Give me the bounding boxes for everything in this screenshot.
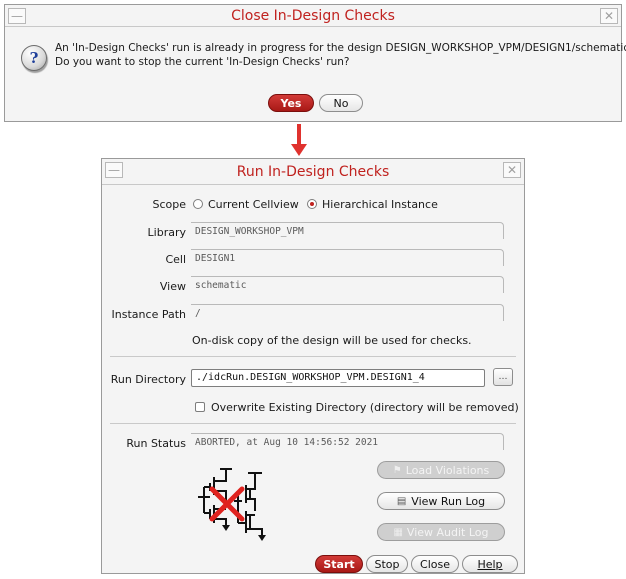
title-bar: — Run In-Design Checks ✕	[102, 159, 524, 185]
run-directory-label: Run Directory	[110, 373, 186, 386]
window-menu-button[interactable]: —	[105, 162, 123, 178]
close-button[interactable]: Close	[411, 555, 459, 573]
close-window-button[interactable]: ✕	[503, 162, 521, 178]
scope-label: Scope	[152, 198, 186, 211]
close-checks-dialog: — Close In-Design Checks ✕ ? An 'In-Desi…	[4, 4, 626, 122]
scope-hierarchical-instance-radio[interactable]	[307, 199, 317, 209]
start-button[interactable]: Start	[315, 555, 363, 573]
separator	[110, 423, 516, 424]
cell-label: Cell	[165, 253, 186, 266]
help-button[interactable]: Help	[462, 555, 518, 573]
audit-log-icon: ▦	[393, 526, 403, 538]
message-line-2: Do you want to stop the current 'In-Desi…	[55, 56, 350, 68]
flag-icon: ⚑	[392, 464, 402, 476]
load-violations-label: Load Violations	[405, 463, 490, 477]
scope-current-cellview-radio[interactable]	[193, 199, 203, 209]
disk-copy-note: On-disk copy of the design will be used …	[192, 334, 472, 347]
scope-hierarchical-instance-label[interactable]: Hierarchical Instance	[322, 198, 438, 211]
log-icon: ▤	[396, 495, 407, 507]
library-label: Library	[147, 226, 186, 239]
cell-field: DESIGN1	[191, 249, 504, 266]
overwrite-directory-checkbox[interactable]	[195, 402, 205, 412]
question-icon: ?	[21, 45, 47, 71]
dialog-title: Close In-Design Checks	[231, 7, 395, 24]
instance-path-label: Instance Path	[111, 308, 186, 321]
aborted-schematic-icon	[198, 468, 266, 541]
view-label: View	[159, 280, 186, 293]
browse-directory-button[interactable]: …	[493, 368, 513, 386]
title-bar: — Close In-Design Checks ✕	[5, 5, 621, 27]
library-field: DESIGN_WORKSHOP_VPM	[191, 222, 504, 239]
no-button[interactable]: No	[319, 94, 363, 112]
ellipsis-icon: …	[498, 371, 508, 382]
window-menu-button[interactable]: —	[8, 8, 26, 24]
load-violations-button[interactable]: ⚑ Load Violations	[377, 461, 505, 479]
instance-path-field: /	[191, 304, 504, 321]
view-run-log-button[interactable]: ▤ View Run Log	[377, 492, 505, 510]
run-checks-dialog: — Run In-Design Checks ✕ Scope Current C…	[101, 158, 525, 574]
dialog-title: Run In-Design Checks	[236, 163, 390, 180]
view-audit-log-label: View Audit Log	[406, 525, 489, 539]
close-window-button[interactable]: ✕	[600, 8, 618, 24]
separator	[110, 356, 516, 357]
question-icon-glyph: ?	[29, 49, 39, 67]
down-arrow-icon	[291, 124, 307, 156]
yes-button[interactable]: Yes	[268, 94, 314, 112]
scope-current-cellview-label[interactable]: Current Cellview	[208, 198, 299, 211]
overwrite-directory-label[interactable]: Overwrite Existing Directory (directory …	[211, 401, 519, 414]
run-directory-input[interactable]: ./idcRun.DESIGN_WORKSHOP_VPM.DESIGN1_4	[191, 369, 485, 387]
message-line-1: An 'In-Design Checks' run is already in …	[55, 42, 626, 54]
run-status-label: Run Status	[126, 437, 186, 450]
view-audit-log-button[interactable]: ▦ View Audit Log	[377, 523, 505, 541]
stop-button[interactable]: Stop	[366, 555, 408, 573]
run-status-field: ABORTED, at Aug 10 14:56:52 2021	[191, 433, 504, 450]
view-run-log-label: View Run Log	[411, 494, 486, 508]
view-field: schematic	[191, 276, 504, 293]
